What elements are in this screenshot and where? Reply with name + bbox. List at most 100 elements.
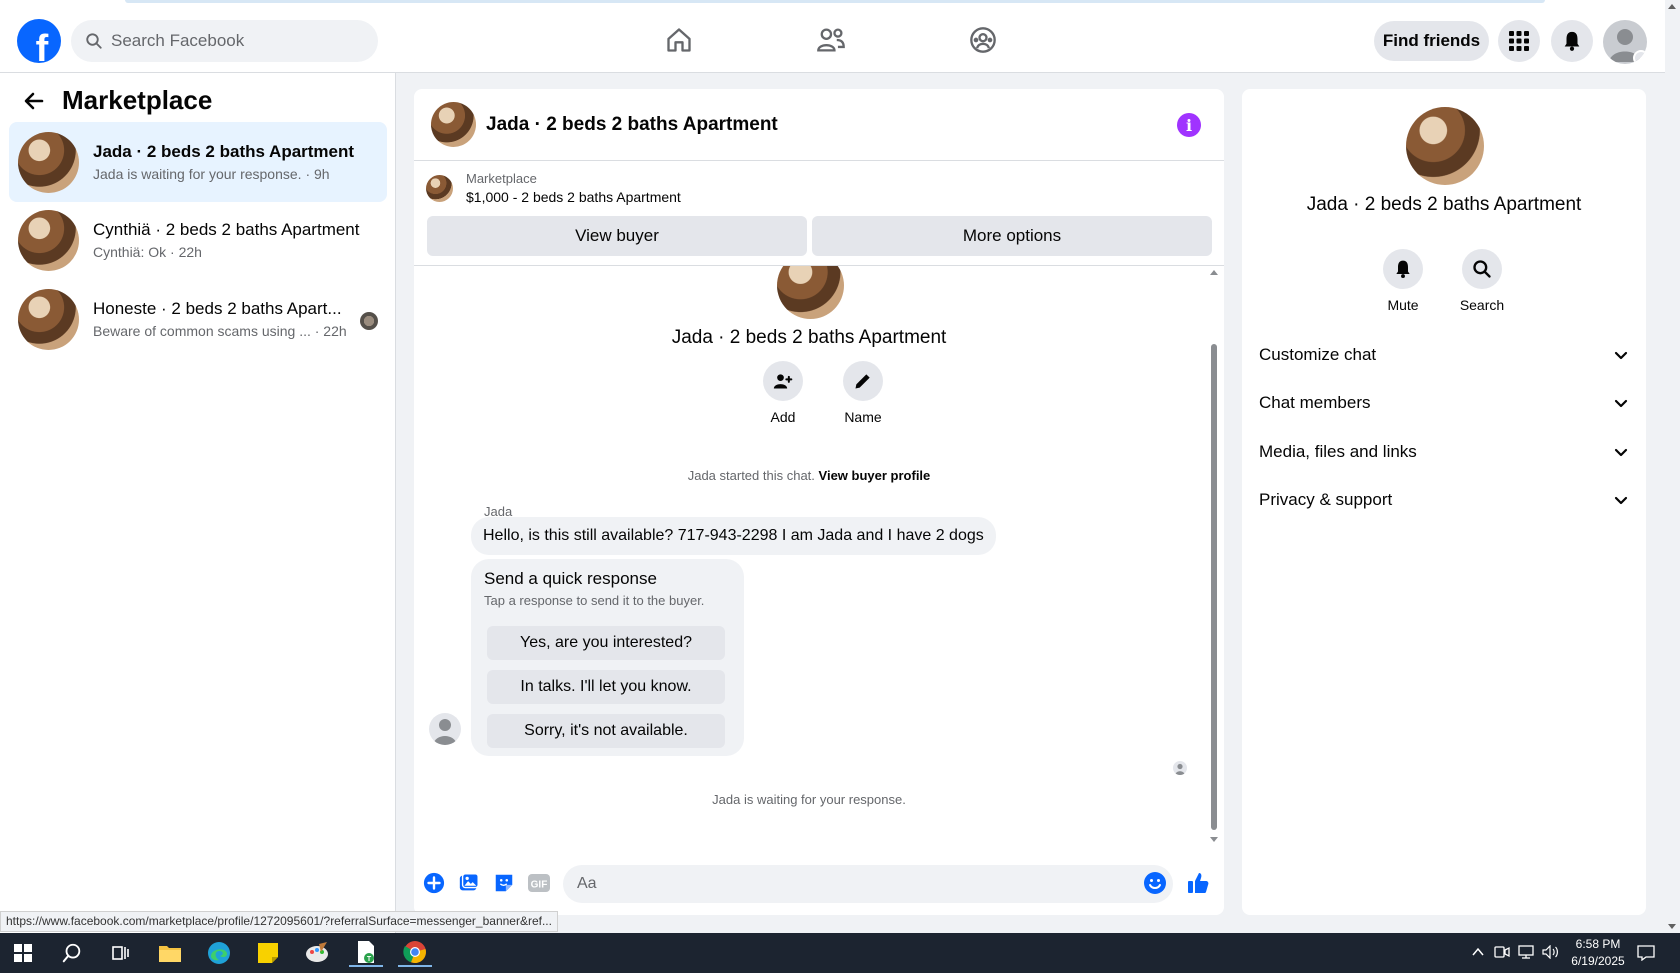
chevron-up-icon[interactable]	[1471, 945, 1485, 962]
mute-button[interactable]: Mute	[1368, 249, 1438, 313]
listing-banner[interactable]: Marketplace $1,000 - 2 beds 2 baths Apar…	[426, 171, 681, 205]
listing-thumbnail[interactable]	[1406, 107, 1484, 185]
conversation-title: Honeste · 2 beds 2 baths Apart...	[93, 299, 342, 318]
network-icon[interactable]	[1518, 945, 1536, 962]
add-person-icon	[773, 374, 793, 389]
chevron-down-icon	[1614, 399, 1628, 408]
page-scrollbar[interactable]	[1665, 0, 1680, 933]
conversation-item[interactable]: Jada · 2 beds 2 baths Apartment Jada is …	[9, 122, 387, 202]
listing-thumbnail	[18, 131, 79, 193]
emoji-icon[interactable]	[1143, 871, 1167, 895]
system-clock[interactable]: 6:58 PM 6/19/2025	[1560, 936, 1636, 970]
add-label: Add	[770, 409, 796, 425]
section-label: Chat members	[1259, 393, 1371, 412]
listing-thumbnail[interactable]	[431, 102, 476, 147]
document-app-icon[interactable]: T	[349, 939, 383, 967]
home-icon[interactable]	[663, 24, 695, 56]
customize-chat-section[interactable]: Customize chat	[1259, 335, 1629, 375]
chat-panel: Jada · 2 beds 2 baths Apartment i Market…	[414, 89, 1224, 915]
volume-icon[interactable]	[1542, 944, 1560, 962]
file-explorer-icon[interactable]	[153, 939, 187, 967]
task-view-icon[interactable]	[103, 939, 137, 967]
message-input[interactable]	[563, 865, 1173, 903]
groups-icon[interactable]	[967, 24, 999, 56]
conversation-item[interactable]: Cynthiä · 2 beds 2 baths Apartment Cynth…	[9, 200, 387, 280]
search-icon	[86, 33, 102, 49]
search-icon[interactable]	[55, 939, 89, 967]
info-icon[interactable]: i	[1177, 113, 1201, 137]
scroll-up-arrow[interactable]	[1210, 270, 1218, 275]
search-box[interactable]	[71, 20, 378, 62]
paint-app-icon[interactable]	[300, 939, 334, 967]
bell-icon	[1396, 260, 1410, 278]
chevron-down-icon	[1614, 496, 1628, 505]
scroll-down-arrow[interactable]	[1210, 837, 1218, 842]
quick-response-option[interactable]: In talks. I'll let you know.	[487, 670, 725, 704]
message-composer: GIF	[414, 857, 1224, 907]
conversation-item[interactable]: Honeste · 2 beds 2 baths Apart... Beware…	[9, 279, 387, 359]
search-input[interactable]	[111, 31, 361, 51]
name-chat-button[interactable]: Name	[833, 361, 893, 425]
chat-title[interactable]: Jada · 2 beds 2 baths Apartment	[486, 114, 778, 136]
chrome-browser-icon[interactable]	[398, 939, 432, 967]
scrollbar-thumb[interactable]	[1211, 344, 1217, 830]
message-thread[interactable]: Jada · 2 beds 2 baths Apartment Add Name…	[414, 266, 1224, 846]
facebook-logo[interactable]: f	[17, 19, 61, 63]
view-buyer-profile-link[interactable]: View buyer profile	[819, 468, 931, 483]
sticker-icon[interactable]	[492, 871, 516, 895]
listing-thumbnail	[18, 209, 79, 271]
menu-grid-button[interactable]	[1498, 20, 1540, 62]
account-avatar[interactable]	[1603, 20, 1647, 64]
notifications-button[interactable]	[1551, 20, 1593, 62]
pencil-icon	[855, 374, 870, 389]
thread-scrollbar[interactable]	[1208, 266, 1220, 846]
search-chat-button[interactable]: Search	[1447, 249, 1517, 313]
quick-response-option[interactable]: Sorry, it's not available.	[487, 714, 725, 748]
name-label: Name	[844, 409, 882, 425]
back-arrow-icon[interactable]	[22, 89, 46, 113]
plus-icon[interactable]	[422, 871, 446, 895]
panel-header: Marketplace	[22, 85, 212, 116]
search-label: Search	[1459, 297, 1505, 313]
thumbs-up-icon[interactable]	[1186, 871, 1210, 895]
browser-edge-strip	[125, 0, 1545, 3]
message-bubble[interactable]: Hello, is this still available? 717-943-…	[471, 517, 996, 555]
thread-title: Jada · 2 beds 2 baths Apartment	[671, 327, 947, 348]
add-person-button[interactable]: Add	[753, 361, 813, 425]
quick-response-option[interactable]: Yes, are you interested?	[487, 626, 725, 660]
windows-start-icon[interactable]	[6, 939, 40, 967]
listing-actions: View buyer More options	[427, 216, 1212, 256]
svg-text:T: T	[367, 956, 372, 963]
listing-thumbnail	[426, 174, 453, 202]
clock-time: 6:58 PM	[1575, 937, 1621, 951]
privacy-support-section[interactable]: Privacy & support	[1259, 480, 1629, 520]
friends-icon[interactable]	[815, 24, 847, 56]
mute-label: Mute	[1387, 297, 1419, 313]
link-status-bar: https://www.facebook.com/marketplace/pro…	[0, 911, 558, 932]
find-friends-button[interactable]: Find friends	[1374, 21, 1489, 61]
media-files-links-section[interactable]: Media, files and links	[1259, 432, 1629, 472]
meet-now-icon[interactable]	[1494, 945, 1510, 962]
started-text: Jada started this chat.	[687, 468, 815, 483]
quick-response-title: Send a quick response	[484, 569, 657, 588]
edge-browser-icon[interactable]	[202, 939, 236, 967]
chevron-down-icon	[1614, 448, 1628, 457]
chat-started-notice: Jada started this chat. View buyer profi…	[414, 468, 1204, 483]
sender-avatar[interactable]	[429, 713, 461, 745]
info-title: Jada · 2 beds 2 baths Apartment	[1306, 194, 1582, 215]
gif-icon[interactable]: GIF	[527, 871, 551, 895]
scroll-up-arrow[interactable]	[1668, 4, 1676, 9]
read-receipt-avatar	[1173, 761, 1187, 775]
section-label: Customize chat	[1259, 345, 1377, 364]
section-label: Media, files and links	[1259, 442, 1417, 461]
view-buyer-button[interactable]: View buyer	[427, 216, 807, 256]
notification-center-icon[interactable]	[1637, 945, 1655, 964]
more-options-button[interactable]: More options	[812, 216, 1212, 256]
chevron-down-icon	[1633, 50, 1647, 64]
photo-icon[interactable]	[457, 871, 481, 895]
scroll-down-arrow[interactable]	[1668, 924, 1676, 929]
sticky-notes-icon[interactable]	[251, 939, 285, 967]
windows-taskbar: T 6:58 PM 6/19/2025	[0, 933, 1680, 973]
chat-members-section[interactable]: Chat members	[1259, 383, 1629, 423]
grid-icon	[1509, 31, 1529, 51]
